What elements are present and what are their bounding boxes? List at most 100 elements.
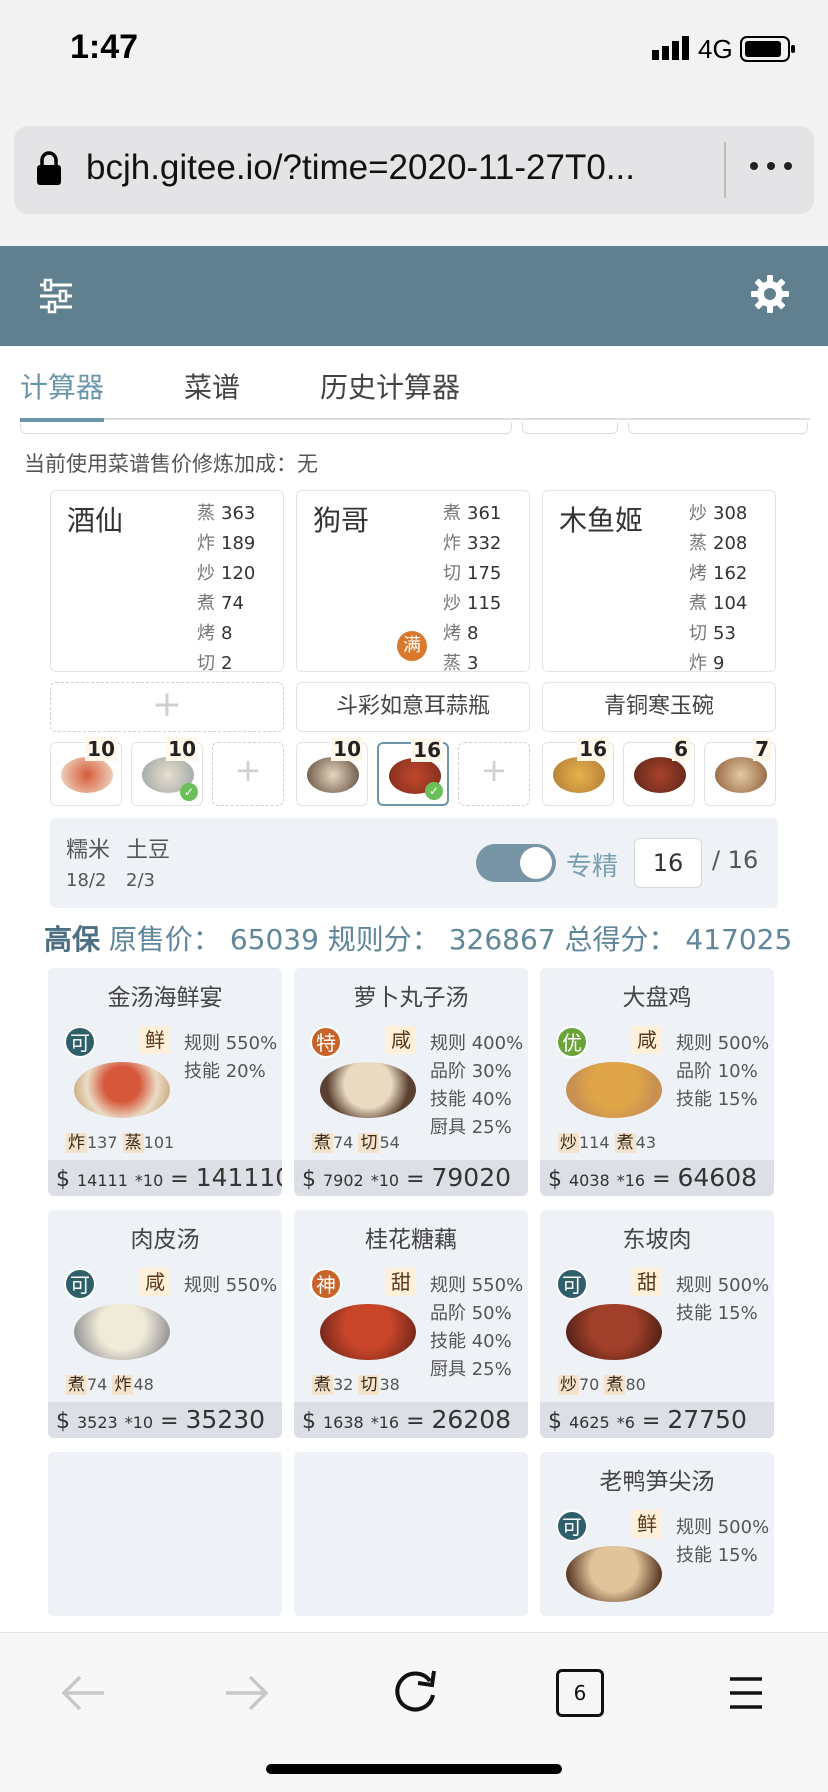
chef-skill: 炸9	[689, 653, 725, 674]
equip-slot[interactable]: 青铜寒玉碗	[542, 682, 776, 732]
slot-qty: 10	[166, 737, 198, 761]
recipe-slot[interactable]: 10	[50, 737, 122, 806]
chef-name: 木鱼姬	[559, 504, 644, 537]
chef-card[interactable]: 木鱼姬 炒 308 蒸 208 烤 162 煮 104 切 53 炸9	[542, 490, 776, 674]
chef-skill: 煮 104	[689, 593, 748, 614]
slot-qty: 6	[672, 737, 690, 761]
price-row: $ 4038 *16 = 64608	[540, 1160, 774, 1196]
chef-card[interactable]: 狗哥 煮 361 炸 332 切 175 炒 115 烤8 蒸3 满	[296, 490, 530, 674]
chef-skill: 煮 361	[443, 503, 502, 524]
add-recipe-slot[interactable]: +	[212, 742, 284, 806]
chef-skill: 切 53	[689, 623, 736, 644]
dish-icon	[634, 757, 686, 793]
recipe-title: 桂花糖藕	[365, 1227, 457, 1253]
dish-image	[566, 1304, 662, 1360]
menu-icon[interactable]	[728, 1675, 764, 1711]
chef-skill: 烤 162	[689, 563, 748, 584]
rarity-badge: 优	[556, 1026, 588, 1058]
reload-icon[interactable]	[390, 1667, 440, 1717]
materials-panel: 糯米 18/2 土豆 2/3 专精 16 / 16	[50, 818, 778, 908]
price-row: $ 3523 *10 = 35230	[48, 1402, 282, 1438]
full-badge: 满	[397, 631, 427, 661]
home-indicator	[266, 1764, 562, 1774]
rarity-badge: 特	[310, 1026, 342, 1058]
mode-label: 高保	[44, 923, 101, 956]
recipe-card[interactable]: 金汤海鲜宴可 鲜规则 550% 技能 20% 炸 137 蒸 101 $ 14111 *1…	[48, 968, 282, 1196]
chef-skill: 炒 308	[689, 503, 748, 524]
dish-image	[74, 1304, 170, 1360]
recipe-title: 老鸭笋尖汤	[599, 1469, 715, 1495]
recipe-techs: 煮 74 切 54	[312, 1133, 400, 1153]
address-bar[interactable]: bcjh.gitee.io/?time=2020-11-27T0...	[14, 126, 814, 214]
url-text[interactable]: bcjh.gitee.io/?time=2020-11-27T0...	[86, 148, 635, 188]
tab-history[interactable]: 历史计算器	[320, 366, 460, 406]
recipe-card[interactable]: 桂花糖藕神 甜规则 550% 品阶 50% 技能 40% 厨具 25% 煮 32 切 38 $…	[294, 1210, 528, 1438]
lock-icon	[37, 151, 61, 185]
add-recipe-slot[interactable]: +	[458, 742, 530, 806]
chef-skill: 切2	[197, 653, 233, 674]
chef-skill: 蒸3	[443, 653, 479, 674]
more-options-icon[interactable]	[748, 156, 794, 176]
status-bar: 1:47 4G	[0, 0, 828, 100]
rarity-badge: 可	[64, 1268, 96, 1300]
recipe-card[interactable]: 肉皮汤可 咸规则 550% 煮 74 炸 48 $ 3523 *10 = 35230	[48, 1210, 282, 1438]
recipe-slot[interactable]: 10	[296, 737, 368, 806]
chef-name: 狗哥	[313, 504, 370, 537]
recipe-techs: 煮 32 切 38	[312, 1375, 400, 1395]
browser-toolbar: bcjh.gitee.io/?time=2020-11-27T0...	[0, 100, 828, 246]
tabs-count-button[interactable]: 6	[556, 1669, 604, 1717]
material-count: 2/3	[126, 870, 155, 891]
price-row: $ 4625 *6 = 27750	[540, 1402, 774, 1438]
tab-recipes[interactable]: 菜谱	[184, 366, 240, 406]
recipe-stats: 规则 500% 技能 15%	[676, 1275, 770, 1324]
equip-slot[interactable]: 斗彩如意耳蒜瓶	[296, 682, 530, 732]
quantity-input[interactable]: 16	[634, 838, 702, 888]
recipe-card[interactable]: 老鸭笋尖汤可 鲜规则 500%技能 15% 炒50 煮60	[540, 1452, 774, 1616]
slot-qty: 10	[85, 737, 117, 761]
taste-tag: 咸	[386, 1026, 416, 1054]
recipe-techs: 炸 137 蒸 101	[66, 1133, 175, 1153]
recipe-title: 金汤海鲜宴	[107, 985, 223, 1011]
gear-icon[interactable]	[750, 274, 790, 314]
taste-tag: 咸	[140, 1268, 170, 1296]
taste-tag: 甜	[632, 1268, 662, 1296]
chef-skill: 蒸 363	[197, 503, 256, 524]
recipe-title: 肉皮汤	[130, 1227, 200, 1253]
recipe-card[interactable]: 萝卜丸子汤特咸规则 400% 品阶 30% 技能 40% 厨具 25% 煮 74 切 54 …	[294, 968, 528, 1196]
dish-icon	[61, 757, 113, 793]
recipe-slot[interactable]: 16	[542, 737, 614, 806]
add-equip-button[interactable]: +	[50, 682, 284, 732]
back-arrow-icon[interactable]	[60, 1673, 106, 1713]
battery-icon	[740, 36, 795, 62]
recipe-card[interactable]	[48, 1452, 282, 1616]
chef-skill: 蒸 208	[689, 533, 748, 554]
specialize-toggle[interactable]	[476, 844, 556, 882]
network-type: 4G	[698, 34, 733, 64]
recipe-slot-selected[interactable]: 16 ✓	[377, 738, 449, 806]
recipe-card[interactable]: 东坡肉可 甜规则 500% 技能 15% 炒 70 煮 80 $ 4625 *6 = 27…	[540, 1210, 774, 1438]
recipe-techs: 炒50 煮60	[558, 1612, 651, 1616]
recipe-techs: 炒 70 煮 80	[558, 1375, 646, 1395]
recipe-slot[interactable]: 7	[704, 737, 776, 806]
recipe-slot[interactable]: 6	[623, 737, 695, 806]
recipe-card[interactable]: 大盘鸡优 咸规则 500% 品阶 10% 技能 15% 炒 114 煮 43 $ 4038 …	[540, 968, 774, 1196]
taste-tag: 咸	[632, 1026, 662, 1054]
taste-tag: 甜	[386, 1268, 416, 1296]
sliders-icon[interactable]	[38, 278, 74, 314]
chef-name: 酒仙	[67, 504, 124, 537]
recipe-slot[interactable]: 10 ✓	[131, 737, 203, 806]
rarity-badge: 神	[310, 1268, 342, 1300]
toggle-label: 专精	[566, 852, 619, 882]
recipe-title: 萝卜丸子汤	[353, 985, 469, 1011]
chef-card[interactable]: 酒仙 蒸 363 炸 189 炒 120 煮 74 烤8 切2	[50, 490, 284, 674]
chef-skill: 烤8	[197, 623, 233, 644]
taste-tag: 鲜	[140, 1026, 170, 1054]
recipe-card[interactable]	[294, 1452, 528, 1616]
recipe-techs: 煮 74 炸 48	[66, 1375, 154, 1395]
tab-calculator[interactable]: 计算器	[20, 366, 104, 406]
chef-skill: 烤8	[443, 623, 479, 644]
clock: 1:47	[70, 28, 139, 66]
slot-qty: 16	[577, 737, 609, 761]
forward-arrow-icon[interactable]	[224, 1673, 270, 1713]
price-row: $ 7902 *10 = 79020	[294, 1160, 528, 1196]
